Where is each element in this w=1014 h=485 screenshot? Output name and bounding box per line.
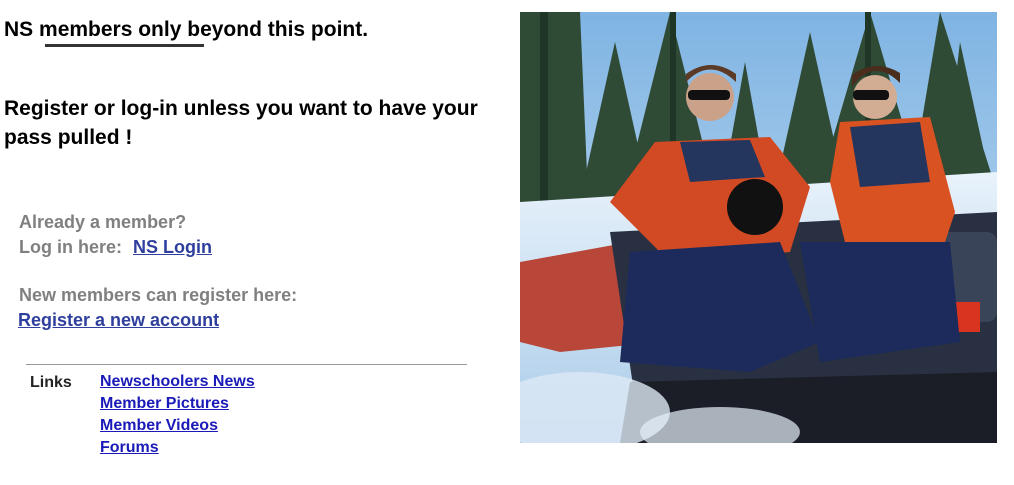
snowmobile-photo-illustration bbox=[520, 12, 997, 443]
snowmobile-photo bbox=[520, 12, 997, 443]
register-account-link[interactable]: Register a new account bbox=[18, 308, 297, 333]
headline: NS members only beyond this point. bbox=[4, 17, 368, 43]
link-forums[interactable]: Forums bbox=[100, 437, 255, 459]
link-member-pictures[interactable]: Member Pictures bbox=[100, 393, 255, 415]
link-member-videos[interactable]: Member Videos bbox=[100, 415, 255, 437]
register-section: New members can register here: Register … bbox=[18, 283, 298, 333]
headline-emphasis: members only bbox=[39, 18, 182, 41]
ns-login-link[interactable]: NS Login bbox=[133, 237, 212, 257]
headline-suffix: beyond this point. bbox=[181, 18, 369, 41]
register-prompt: New members can register here: bbox=[19, 285, 298, 305]
links-label: Links bbox=[30, 374, 72, 391]
link-newschoolers-news[interactable]: Newschoolers News bbox=[100, 371, 255, 393]
headline-underline bbox=[45, 44, 204, 47]
member-login-section: Already a member? Log in here: NS Login bbox=[19, 210, 212, 260]
headline-prefix: NS bbox=[4, 18, 40, 41]
login-prompt: Log in here: bbox=[19, 237, 122, 257]
warning-text: Register or log-in unless you want to ha… bbox=[4, 97, 478, 149]
links-list: Newschoolers News Member Pictures Member… bbox=[100, 371, 255, 459]
login-row: Log in here: NS Login bbox=[19, 235, 212, 260]
section-divider bbox=[26, 364, 467, 365]
member-question: Already a member? bbox=[19, 212, 187, 232]
